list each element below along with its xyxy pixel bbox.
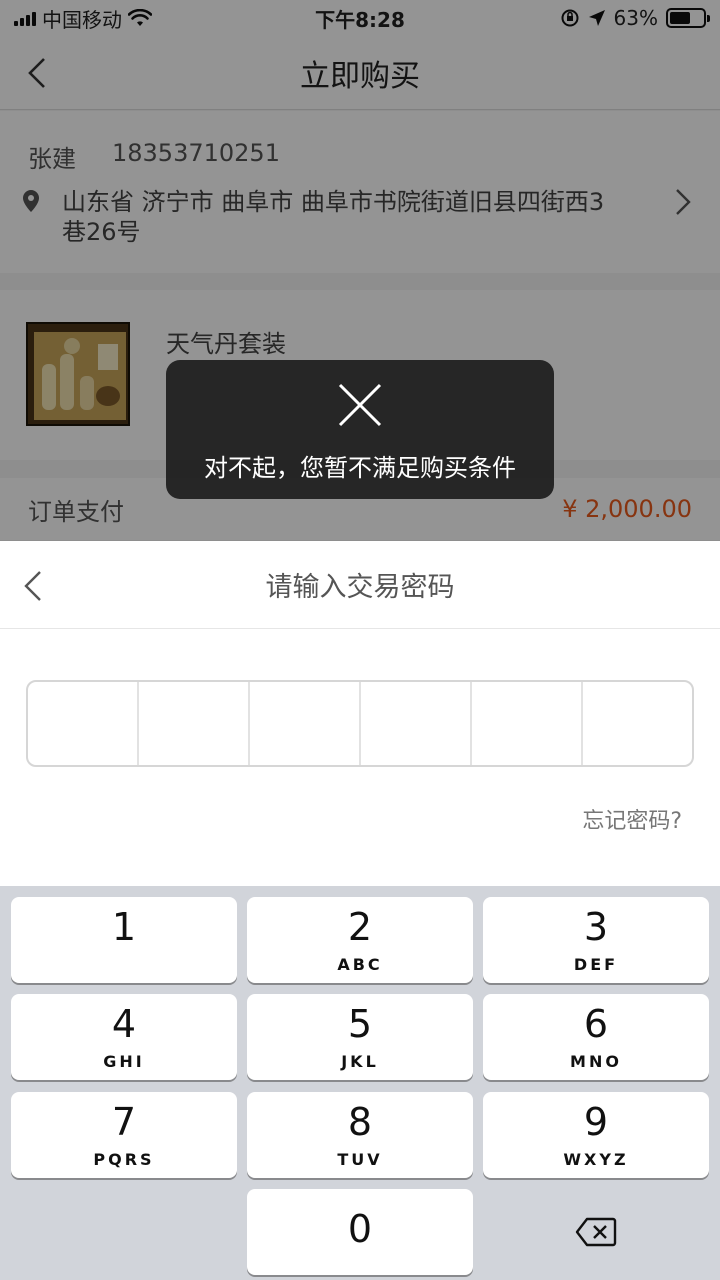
error-toast: 对不起，您暂不满足购买条件 <box>166 360 554 499</box>
password-input[interactable] <box>26 680 694 767</box>
key-digit: 8 <box>347 1100 373 1144</box>
key-letters: GHI <box>103 1052 145 1071</box>
toast-message: 对不起，您暂不满足购买条件 <box>204 454 516 482</box>
key-digit: 6 <box>583 1002 609 1046</box>
password-digit-cell[interactable] <box>250 682 361 765</box>
key-8[interactable]: 8 TUV <box>247 1092 473 1178</box>
key-6[interactable]: 6 MNO <box>483 994 709 1080</box>
key-7[interactable]: 7 PQRS <box>11 1092 237 1178</box>
key-1[interactable]: 1 <box>11 897 237 983</box>
password-digit-cell[interactable] <box>28 682 139 765</box>
password-digit-cell[interactable] <box>139 682 250 765</box>
close-x-icon <box>338 383 382 427</box>
password-sheet: 请输入交易密码 忘记密码? <box>0 541 720 886</box>
key-digit: 3 <box>583 905 609 949</box>
key-digit: 0 <box>347 1207 373 1251</box>
key-digit: 9 <box>583 1100 609 1144</box>
password-digit-cell[interactable] <box>361 682 472 765</box>
key-letters: MNO <box>570 1052 622 1071</box>
forgot-password-link[interactable]: 忘记密码? <box>582 803 682 835</box>
key-digit: 1 <box>111 905 137 949</box>
delete-key[interactable] <box>483 1189 709 1275</box>
sheet-back-icon[interactable] <box>22 569 44 603</box>
key-digit: 4 <box>111 1002 137 1046</box>
password-digit-cell[interactable] <box>472 682 583 765</box>
key-letters: ABC <box>337 955 383 974</box>
key-letters: DEF <box>573 955 619 974</box>
key-letters: JKL <box>341 1052 379 1071</box>
sheet-title: 请输入交易密码 <box>265 572 455 603</box>
key-digit: 7 <box>111 1100 137 1144</box>
key-letters: PQRS <box>93 1150 155 1169</box>
key-3[interactable]: 3 DEF <box>483 897 709 983</box>
key-2[interactable]: 2 ABC <box>247 897 473 983</box>
key-0[interactable]: 0 <box>247 1189 473 1275</box>
key-letters: TUV <box>337 1150 383 1169</box>
password-digit-cell[interactable] <box>583 682 692 765</box>
key-4[interactable]: 4 GHI <box>11 994 237 1080</box>
key-digit: 5 <box>347 1002 373 1046</box>
key-5[interactable]: 5 JKL <box>247 994 473 1080</box>
backspace-icon <box>575 1217 617 1247</box>
key-digit: 2 <box>347 905 373 949</box>
sheet-header: 请输入交易密码 <box>0 541 720 629</box>
key-9[interactable]: 9 WXYZ <box>483 1092 709 1178</box>
key-letters: WXYZ <box>563 1150 629 1169</box>
